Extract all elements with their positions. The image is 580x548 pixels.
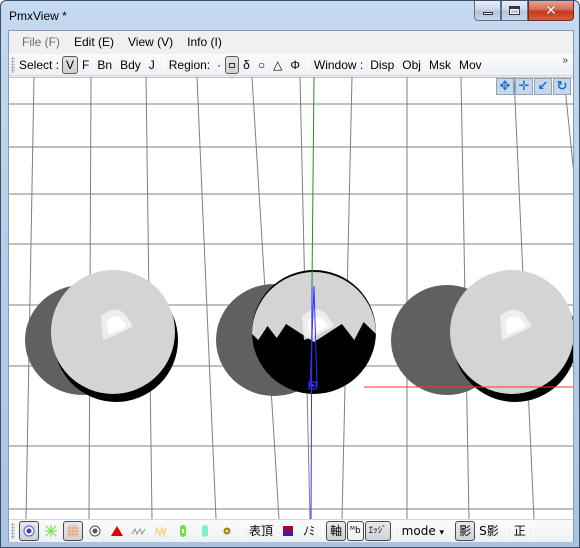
zoom-view-icon[interactable]: ↙ xyxy=(534,78,552,95)
menu-view[interactable]: View (V) xyxy=(121,35,180,49)
bone-chain-icon xyxy=(131,527,146,536)
minimize-button[interactable] xyxy=(474,1,501,21)
window-title: PmxView * xyxy=(9,9,67,23)
vertex-display-icon xyxy=(23,525,35,537)
selected-vertex-dot xyxy=(311,384,314,387)
toolbar-separator xyxy=(307,56,309,73)
minimize-icon xyxy=(482,12,493,15)
caption-buttons: ✕ xyxy=(474,1,574,21)
normal-button[interactable]: ﾉﾐ xyxy=(299,521,319,541)
toolbar-separator xyxy=(162,56,164,73)
window-obj-button[interactable]: Obj xyxy=(398,56,425,74)
grid-line-vertical xyxy=(25,77,35,519)
mb-button[interactable]: ᴹb xyxy=(347,521,364,541)
maximize-icon xyxy=(509,6,520,15)
toolbar-separator xyxy=(393,522,395,540)
select-face-button[interactable]: F xyxy=(78,56,93,74)
window-msk-button[interactable]: Msk xyxy=(425,56,455,74)
region-triangle-button[interactable]: △ xyxy=(269,56,286,74)
vertex-grid-icon xyxy=(67,525,79,537)
region-rectangle-button[interactable] xyxy=(225,55,240,74)
menu-edit[interactable]: Edit (E) xyxy=(67,35,121,49)
close-icon: ✕ xyxy=(545,2,557,19)
bone-chain-button[interactable] xyxy=(129,521,149,541)
vertex-grid-button[interactable] xyxy=(63,521,83,541)
toolbar-grip[interactable] xyxy=(11,56,15,73)
close-button[interactable]: ✕ xyxy=(528,1,574,21)
select-joint-button[interactable]: J xyxy=(145,56,159,74)
region-phi-button[interactable]: Φ xyxy=(286,56,304,74)
app-window: PmxView * ✕ File (F) Edit (E) View (V) I… xyxy=(0,0,580,548)
grid-line-vertical xyxy=(196,77,217,519)
edge-button[interactable]: ｴｯｼﾞ xyxy=(364,521,391,541)
green-capsule-button[interactable] xyxy=(173,521,193,541)
chevron-down-icon: ▾ xyxy=(439,528,445,538)
shadow-button[interactable]: 影 xyxy=(455,521,476,541)
rectangle-icon xyxy=(229,62,236,68)
title-bar[interactable]: PmxView * ✕ xyxy=(1,1,579,29)
toolbar-separator xyxy=(451,522,453,540)
target-icon xyxy=(89,525,101,537)
client-area: File (F) Edit (E) View (V) Info (I) Sele… xyxy=(8,30,574,542)
scene-canvas[interactable] xyxy=(9,77,573,519)
surface-button[interactable]: 表頂 xyxy=(245,521,277,541)
toolbar-separator xyxy=(532,522,534,540)
toolbar-overflow-button[interactable]: » xyxy=(562,55,568,66)
axis-y-line xyxy=(311,77,315,287)
target-button[interactable] xyxy=(85,521,105,541)
selection-toolbar: Select : V F Bn Bdy J Region: · δ ○ △ Φ … xyxy=(9,54,573,76)
view-navigation: ✥ ✛ ↙ ↻ xyxy=(496,78,571,95)
vertex-spark-button[interactable] xyxy=(41,521,61,541)
cyan-capsule-icon xyxy=(202,525,208,537)
toolbar-separator xyxy=(241,522,242,540)
maximize-button[interactable] xyxy=(501,1,528,21)
sphere-right xyxy=(391,270,573,402)
ik-button[interactable] xyxy=(151,521,171,541)
region-label: Region: xyxy=(168,57,211,72)
menu-info[interactable]: Info (I) xyxy=(180,35,229,49)
mode-dropdown[interactable]: mode ▾ xyxy=(398,521,448,541)
rotate-view-icon[interactable]: ✥ xyxy=(496,78,514,95)
region-lasso-button[interactable]: δ xyxy=(239,56,254,74)
scene-objects xyxy=(25,270,573,402)
pan-view-icon[interactable]: ✛ xyxy=(515,78,533,95)
menu-file[interactable]: File (F) xyxy=(15,35,67,49)
material-color-icon xyxy=(283,526,294,536)
menu-bar: File (F) Edit (E) View (V) Info (I) xyxy=(9,31,573,53)
grid-line-vertical xyxy=(563,77,573,171)
select-label: Select : xyxy=(19,57,60,72)
self-shadow-button[interactable]: S影 xyxy=(475,521,503,541)
axis-button[interactable]: 軸 xyxy=(326,521,347,541)
window-disp-button[interactable]: Disp xyxy=(366,56,398,74)
select-vertex-button[interactable]: V xyxy=(62,55,79,74)
red-triangle-icon xyxy=(111,526,123,536)
front-view-button[interactable]: 正 xyxy=(510,521,530,541)
material-color-button[interactable] xyxy=(278,521,298,541)
vertex-spark-icon xyxy=(45,525,57,537)
3d-viewport[interactable]: ✥ ✛ ↙ ↻ xyxy=(9,77,573,519)
sphere-center xyxy=(216,270,376,396)
sphere-left xyxy=(25,270,178,402)
toolbar-separator xyxy=(505,522,507,540)
select-bone-button[interactable]: Bn xyxy=(93,56,116,74)
reset-rotate-icon[interactable]: ↻ xyxy=(553,78,571,95)
red-triangle-button[interactable] xyxy=(107,521,127,541)
vertex-display-button[interactable] xyxy=(19,521,39,541)
display-toolbar: 表頂 ﾉﾐ 軸 ᴹb ｴｯｼﾞ mode ▾ 影 S影 正 xyxy=(9,519,573,542)
toolbar-grip[interactable] xyxy=(11,523,15,539)
cyan-capsule-button[interactable] xyxy=(195,521,215,541)
window-mov-button[interactable]: Mov xyxy=(455,56,486,74)
green-capsule-icon xyxy=(180,525,186,537)
mode-label: mode xyxy=(401,524,436,538)
select-body-button[interactable]: Bdy xyxy=(116,56,145,74)
ik-icon xyxy=(154,525,167,538)
window-label: Window : xyxy=(313,57,364,72)
region-point-button[interactable]: · xyxy=(213,56,225,74)
toolbar-separator xyxy=(322,522,324,540)
joint-button[interactable] xyxy=(217,521,237,541)
region-circle-button[interactable]: ○ xyxy=(254,56,269,74)
joint-icon xyxy=(223,527,231,535)
